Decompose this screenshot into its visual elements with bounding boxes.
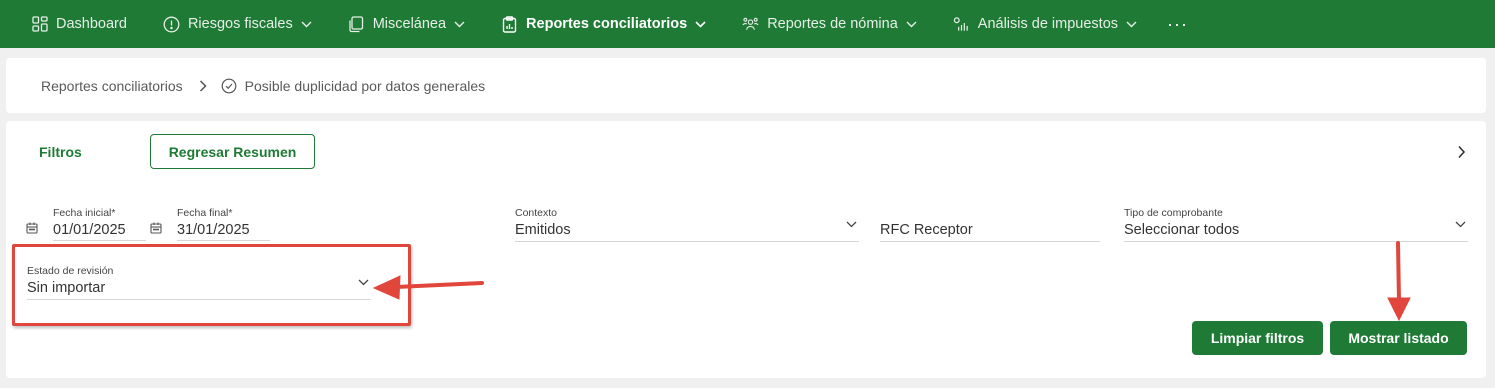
nav-item-riesgos-fiscales[interactable]: Riesgos fiscales <box>163 0 312 48</box>
more-options-icon[interactable]: ··· <box>1167 14 1188 35</box>
review-status-label: Estado de revisión <box>27 265 114 277</box>
field-underline <box>1124 241 1468 242</box>
chevron-down-icon <box>846 221 857 228</box>
field-underline <box>53 240 146 241</box>
calendar-icon <box>26 222 38 234</box>
clipboard-icon <box>501 15 518 33</box>
voucher-type-label: Tipo de comprobante <box>1124 207 1223 219</box>
nav-item-label: Reportes de nómina <box>767 16 898 32</box>
field-underline <box>880 241 1100 242</box>
context-select[interactable]: Contexto Emitidos <box>515 207 859 242</box>
end-date-value: 31/01/2025 <box>177 222 250 238</box>
breadcrumb: Reportes conciliatorios Posible duplicid… <box>6 58 1486 113</box>
top-navigation-bar: Dashboard Riesgos fiscales Miscelánea Re… <box>0 0 1495 48</box>
check-circle-icon <box>221 78 237 94</box>
people-icon <box>742 16 759 33</box>
nav-item-dashboard[interactable]: Dashboard <box>31 0 127 48</box>
voucher-type-value: Seleccionar todos <box>1124 222 1240 238</box>
start-date-field[interactable]: Fecha inicial* 01/01/2025 <box>26 207 146 241</box>
nav-item-label: Riesgos fiscales <box>187 16 293 32</box>
chevron-down-icon <box>454 21 465 28</box>
context-label: Contexto <box>515 207 558 219</box>
dashboard-icon <box>31 16 48 33</box>
field-underline <box>27 299 371 300</box>
field-underline <box>515 241 859 242</box>
review-status-value: Sin importar <box>27 280 106 296</box>
breadcrumb-parent-link[interactable]: Reportes conciliatorios <box>41 78 183 94</box>
nav-item-label: Análisis de impuestos <box>977 16 1119 32</box>
voucher-type-select[interactable]: Tipo de comprobante Seleccionar todos <box>1124 207 1468 242</box>
nav-item-miscelanea[interactable]: Miscelánea <box>348 0 465 48</box>
context-value: Emitidos <box>515 222 571 238</box>
nav-item-label: Miscelánea <box>372 16 447 32</box>
chevron-down-icon <box>906 21 917 28</box>
chevron-right-icon[interactable] <box>1457 145 1466 159</box>
nav-item-analisis-impuestos[interactable]: Análisis de impuestos <box>953 0 1137 48</box>
field-underline <box>177 240 270 241</box>
copy-icon <box>348 15 365 33</box>
rfc-receptor-input[interactable]: RFC Receptor <box>880 207 1100 242</box>
end-date-label: Fecha final* <box>177 207 233 219</box>
filters-title: Filtros <box>39 144 82 160</box>
filter-panel: Filtros Regresar Resumen Fecha inicial* … <box>6 121 1486 378</box>
rfc-receptor-placeholder: RFC Receptor <box>880 222 973 238</box>
nav-item-reportes-nomina[interactable]: Reportes de nómina <box>742 0 917 48</box>
back-to-summary-button[interactable]: Regresar Resumen <box>150 134 315 169</box>
chevron-down-icon <box>1455 221 1466 228</box>
clear-filters-button[interactable]: Limpiar filtros <box>1192 321 1323 355</box>
chevron-down-icon <box>695 20 706 28</box>
end-date-field[interactable]: Fecha final* 31/01/2025 <box>150 207 270 241</box>
breadcrumb-current: Posible duplicidad por datos generales <box>244 77 486 94</box>
nav-item-label: Reportes conciliatorios <box>526 16 688 32</box>
nav-item-label: Dashboard <box>56 16 127 32</box>
chevron-right-icon <box>199 79 207 92</box>
nav-item-reportes-conciliatorios[interactable]: Reportes conciliatorios <box>501 0 706 48</box>
start-date-value: 01/01/2025 <box>53 222 126 238</box>
chevron-down-icon <box>301 21 312 28</box>
show-list-button[interactable]: Mostrar listado <box>1330 321 1467 355</box>
review-status-select[interactable]: Estado de revisión Sin importar <box>27 265 371 300</box>
chevron-down-icon <box>1126 21 1137 28</box>
calendar-icon <box>150 222 162 234</box>
chevron-down-icon <box>358 279 369 286</box>
chart-icon <box>953 16 970 33</box>
start-date-label: Fecha inicial* <box>53 207 116 219</box>
alert-circle-icon <box>163 16 180 33</box>
